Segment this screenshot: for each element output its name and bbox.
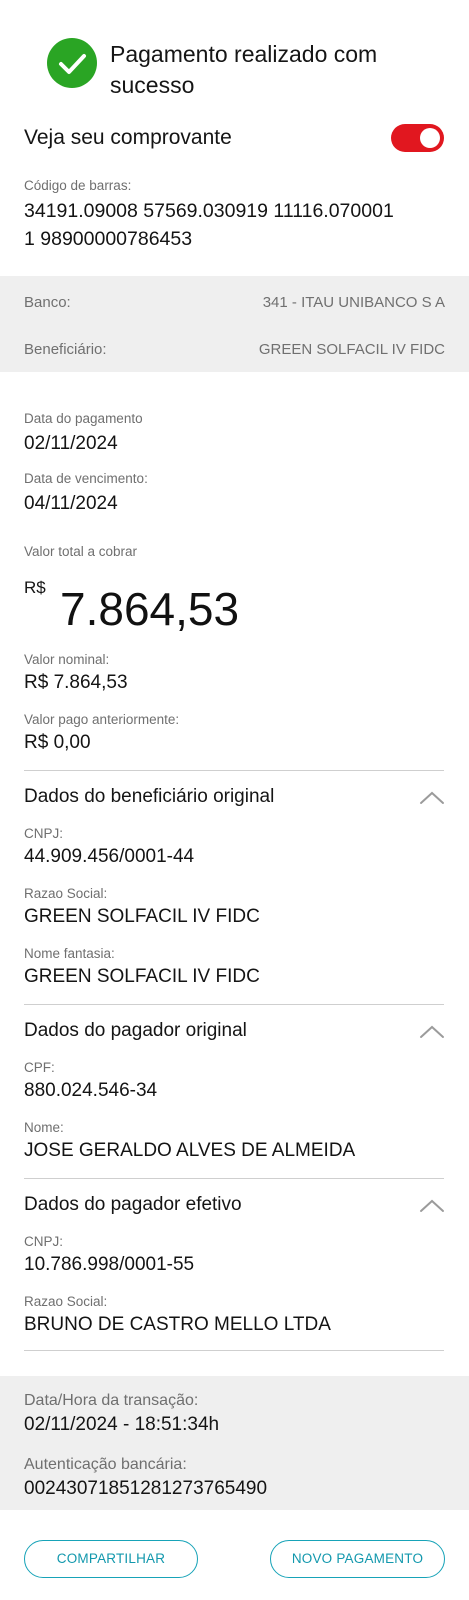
fantasia-value: GREEN SOLFACIL IV FIDC: [24, 966, 260, 987]
chevron-up-icon[interactable]: [418, 1198, 446, 1214]
currency-symbol: R$: [24, 578, 46, 597]
transaction-datetime-value: 02/11/2024 - 18:51:34h: [24, 1414, 220, 1435]
section-original-payer-title[interactable]: Dados do pagador original: [24, 1020, 247, 1042]
barcode-label: Código de barras:: [24, 178, 132, 193]
divider: [24, 1004, 444, 1005]
section-original-beneficiary-title[interactable]: Dados do beneficiário original: [24, 786, 274, 808]
effective-cnpj-value: 10.786.998/0001-55: [24, 1254, 195, 1275]
cpf-label: CPF:: [24, 1060, 55, 1075]
success-check-icon: [47, 38, 97, 88]
payer-name-value: JOSE GERALDO ALVES DE ALMEIDA: [24, 1140, 356, 1161]
effective-cnpj-label: CNPJ:: [24, 1234, 64, 1249]
chevron-up-icon[interactable]: [418, 1024, 446, 1040]
total-amount: 7.864,53: [60, 583, 240, 635]
payment-date-value: 02/11/2024: [24, 433, 118, 454]
barcode-line-2: 1 98900000786453: [24, 228, 193, 250]
prev-paid-label: Valor pago anteriormente:: [24, 712, 180, 727]
cnpj-label: CNPJ:: [24, 826, 64, 841]
transaction-datetime-label: Data/Hora da transação:: [24, 1392, 199, 1409]
due-date-label: Data de vencimento:: [24, 471, 148, 486]
divider: [24, 1350, 444, 1351]
divider: [24, 770, 444, 771]
auth-label: Autenticação bancária:: [24, 1456, 187, 1473]
auth-value: 00243071851281273765490: [24, 1478, 268, 1499]
receipt-toggle[interactable]: [391, 124, 444, 152]
payer-name-label: Nome:: [24, 1120, 64, 1135]
razao-value: GREEN SOLFACIL IV FIDC: [24, 906, 260, 927]
fantasia-label: Nome fantasia:: [24, 946, 115, 961]
divider: [24, 1178, 444, 1179]
effective-razao-label: Razao Social:: [24, 1294, 108, 1309]
payment-date-label: Data do pagamento: [24, 411, 143, 426]
new-payment-button[interactable]: NOVO PAGAMENTO: [270, 1540, 445, 1578]
page-title: Pagamento realizado com sucesso: [110, 41, 378, 98]
share-button[interactable]: COMPARTILHAR: [24, 1540, 198, 1578]
nominal-value: R$ 7.864,53: [24, 672, 128, 693]
razao-label: Razao Social:: [24, 886, 108, 901]
nominal-label: Valor nominal:: [24, 652, 110, 667]
barcode-line-1: 34191.09008 57569.030919 11116.070001: [24, 200, 394, 222]
bank-label: Banco:: [24, 294, 71, 311]
cnpj-value: 44.909.456/0001-44: [24, 846, 195, 867]
chevron-up-icon[interactable]: [418, 790, 446, 806]
receipt-toggle-label: Veja seu comprovante: [24, 126, 232, 149]
toggle-knob: [420, 128, 440, 148]
cpf-value: 880.024.546-34: [24, 1080, 158, 1101]
section-effective-payer-title[interactable]: Dados do pagador efetivo: [24, 1194, 242, 1216]
prev-paid-value: R$ 0,00: [24, 732, 91, 753]
total-label: Valor total a cobrar: [24, 544, 138, 559]
effective-razao-value: BRUNO DE CASTRO MELLO LTDA: [24, 1314, 331, 1335]
bank-value: 341 - ITAU UNIBANCO S A: [262, 294, 445, 311]
beneficiary-label: Beneficiário:: [24, 341, 107, 358]
due-date-value: 04/11/2024: [24, 493, 118, 514]
beneficiary-value: GREEN SOLFACIL IV FIDC: [258, 341, 445, 358]
